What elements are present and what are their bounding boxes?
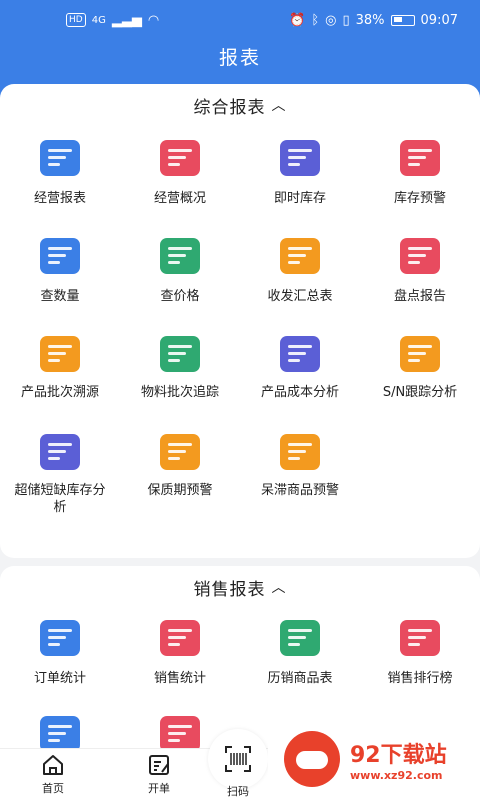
report-tile-label: 收发汇总表 (267, 289, 333, 304)
warehouse-alert-icon (398, 136, 442, 180)
battery-percent: 38% (355, 12, 385, 28)
report-tile-label: 销售统计 (153, 671, 206, 686)
report-tile[interactable]: 保质期预警 (120, 430, 240, 528)
tab-label: 开单 (148, 782, 170, 795)
report-tile[interactable]: 收发汇总表 (240, 234, 360, 332)
report-tile-label: 历销商品表 (267, 671, 333, 686)
coins-search-icon (158, 234, 202, 278)
report-tile[interactable]: 盘点报告 (360, 234, 480, 332)
report-tile[interactable]: 销售统计 (120, 616, 240, 712)
face-alert-icon (278, 430, 322, 474)
clipboard-bars-icon (158, 616, 202, 660)
scan-label: 扫码 (227, 785, 249, 798)
section-title: 综合报表 (193, 97, 266, 118)
report-tile[interactable]: 查价格 (120, 234, 240, 332)
report-tile[interactable]: 呆滞商品预警 (240, 430, 360, 528)
report-tile-label: 产品成本分析 (260, 385, 339, 400)
scan-button[interactable] (208, 729, 268, 789)
section-header[interactable]: 综合报表 ︿ (0, 84, 480, 126)
warehouse-boxes-icon (278, 136, 322, 180)
report-tile-label: S/N跟踪分析 (382, 385, 458, 400)
report-tile[interactable]: 库存预警 (360, 136, 480, 234)
report-grid: 经营报表 经营概况 即时库存 库存预警查数量 查价格 收发汇总表 盘点报告产品批次溯源 物料批… (0, 136, 480, 528)
page-title: 报表 (218, 46, 261, 69)
report-tile[interactable]: 销售排行榜 (360, 616, 480, 712)
pie-house-icon (38, 430, 82, 474)
report-tile-label: 即时库存 (273, 191, 326, 206)
location-icon: ◎ (325, 12, 337, 28)
report-tile[interactable]: 产品成本分析 (240, 332, 360, 430)
vibrate-icon: ▯ (342, 12, 350, 28)
report-tile[interactable]: 即时库存 (240, 136, 360, 234)
storefront-icon (38, 136, 82, 180)
report-tile-label: 超储短缺库存分析 (14, 483, 106, 515)
transfer-icon (278, 234, 322, 278)
report-tile[interactable]: 超储短缺库存分析 (0, 430, 120, 528)
report-tile[interactable]: 历销商品表 (240, 616, 360, 712)
home-icon (43, 755, 63, 775)
report-tile-label: 呆滞商品预警 (260, 483, 339, 498)
report-tile-label: 查价格 (160, 289, 200, 304)
edit-note-icon (149, 755, 169, 775)
report-tile[interactable]: 经营概况 (120, 136, 240, 234)
report-tile-label: 物料批次追踪 (140, 385, 219, 400)
tab-home[interactable]: 首页 (0, 749, 106, 800)
signal-icon: ▂▃▅ (111, 12, 142, 28)
report-tile[interactable]: S/N跟踪分析 (360, 332, 480, 430)
clipboard-chart-icon (38, 616, 82, 660)
watermark-name: 92下载站 (350, 742, 447, 768)
boxes-clock-icon (278, 616, 322, 660)
report-tile[interactable]: 经营报表 (0, 136, 120, 234)
section-comprehensive-reports: 综合报表 ︿ 经营报表 经营概况 即时库存 库存预警查数量 查价格 收发汇总表 盘点报告产品… (0, 84, 480, 558)
chevron-up-icon: ︿ (271, 580, 287, 596)
section-header[interactable]: 销售报表 ︿ (0, 566, 480, 608)
clock-alert-icon (158, 430, 202, 474)
trophy-icon (398, 616, 442, 660)
chevron-up-icon: ︿ (271, 98, 287, 114)
material-trace-icon (158, 332, 202, 376)
report-tile-label: 产品批次溯源 (20, 385, 99, 400)
tab-order[interactable]: 开单 (106, 749, 212, 800)
store-trend-icon (158, 136, 202, 180)
section-title: 销售报表 (193, 579, 266, 600)
report-tile[interactable]: 查数量 (0, 234, 120, 332)
batch-trace-icon (38, 332, 82, 376)
report-tile-label: 经营报表 (33, 191, 86, 206)
report-tile-label: 经营概况 (153, 191, 206, 206)
hd-badge: HD (66, 13, 86, 27)
sn-tracking-icon (398, 332, 442, 376)
report-tile-label: 库存预警 (393, 191, 446, 206)
tab-label: 首页 (42, 782, 64, 795)
report-tile[interactable]: 订单统计 (0, 616, 120, 712)
bluetooth-icon: ᛒ (311, 12, 320, 28)
status-bar: HD 4G ▂▃▅ ◠ ⏰ ᛒ ◎ ▯ 38% 09:07 (0, 0, 480, 40)
alarm-icon: ⏰ (289, 12, 306, 28)
watermark: 92下载站 www.xz92.com (268, 718, 480, 800)
report-tile-label: 盘点报告 (393, 289, 446, 304)
wifi-icon: ◠ (147, 12, 160, 28)
battery-icon (390, 14, 415, 26)
cost-analysis-icon (278, 332, 322, 376)
house-edit-icon (398, 234, 442, 278)
watermark-url: www.xz92.com (350, 768, 443, 782)
clock: 09:07 (420, 12, 458, 28)
report-tile[interactable]: 物料批次追踪 (120, 332, 240, 430)
barcode-scan-icon (225, 746, 251, 772)
report-tile-label: 销售排行榜 (387, 671, 453, 686)
network-type: 4G (91, 14, 106, 26)
report-tile-label: 保质期预警 (147, 483, 213, 498)
grid-search-icon (38, 234, 82, 278)
report-tile-label: 订单统计 (33, 671, 86, 686)
report-tile-label: 查数量 (40, 289, 80, 304)
report-tile[interactable]: 产品批次溯源 (0, 332, 120, 430)
watermark-logo (284, 731, 340, 787)
